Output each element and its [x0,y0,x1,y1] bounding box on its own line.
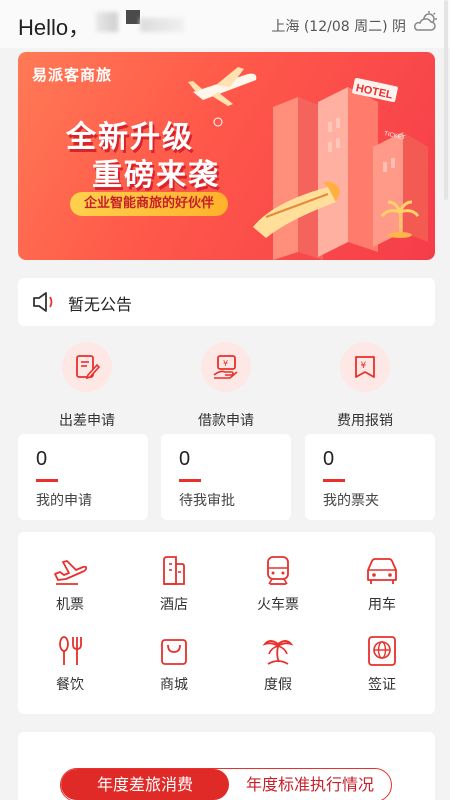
tab-annual-standard-compliance[interactable]: 年度标准执行情况 [229,769,391,800]
report-tabs: 年度差旅消费 年度标准执行情况 [60,768,392,800]
annual-report-card: 年度差旅消费 年度标准执行情况 [18,732,435,800]
redacted-username [96,12,118,32]
my-tickets-card[interactable]: 0 我的票夹 [305,434,435,520]
announcement-text: 暂无公告 [68,295,133,314]
hotel-button[interactable]: 酒店 [122,554,226,614]
my-tickets-label: 我的票夹 [323,493,379,509]
reimbursement-label: 费用报销 [337,413,393,429]
pending-approval-count: 0 [179,448,191,470]
quick-actions: 出差申请 ¥ 借款申请 ¥ 费用报销 [0,338,450,430]
svg-text:¥: ¥ [223,359,228,368]
flights-button[interactable]: 机票 [18,554,122,614]
reimburse-icon: ¥ [340,342,390,392]
banner-illustration: HOTEL TICKET [188,67,428,260]
train-icon [267,556,289,585]
visa-icon [368,636,396,666]
train-label: 火车票 [257,597,299,613]
visa-button[interactable]: 签证 [330,634,434,694]
my-applications-count: 0 [36,448,48,470]
pending-approval-card[interactable]: 0 待我审批 [161,434,291,520]
plane-icon [54,560,88,585]
flights-label: 机票 [56,597,84,613]
car-button[interactable]: 用车 [330,554,434,614]
svg-text:¥: ¥ [361,361,367,371]
edit-form-icon [62,342,112,392]
cloudy-icon [413,11,437,31]
tab-annual-travel-spend[interactable]: 年度差旅消费 [61,769,229,800]
vacation-label: 度假 [264,677,292,693]
redacted-username-block [126,10,140,24]
reimbursement-button[interactable]: ¥ 费用报销 [305,338,425,430]
vacation-icon [262,640,294,665]
visa-label: 签证 [368,677,396,693]
car-label: 用车 [368,597,396,613]
hotel-label: 酒店 [160,597,188,613]
services-grid: 机票 酒店 火车票 用车 餐饮 商城 度假 签证 [18,532,435,714]
loan-application-button[interactable]: ¥ 借款申请 [166,338,286,430]
speaker-icon [33,292,53,312]
loan-icon: ¥ [201,342,251,392]
trip-application-button[interactable]: 出差申请 [27,338,147,430]
vacation-button[interactable]: 度假 [226,634,330,694]
trip-application-label: 出差申请 [59,413,115,429]
pending-approval-label: 待我审批 [179,493,235,509]
mall-button[interactable]: 商城 [122,634,226,694]
redacted-username-tail [140,18,184,32]
dining-button[interactable]: 餐饮 [18,634,122,694]
train-button[interactable]: 火车票 [226,554,330,614]
mall-label: 商城 [160,677,188,693]
stat-underline [179,479,201,482]
my-tickets-count: 0 [323,448,335,470]
car-icon [367,558,397,584]
my-applications-card[interactable]: 0 我的申请 [18,434,148,520]
loan-application-label: 借款申请 [198,413,254,429]
top-header: Hello， 上海 (12/08 周二) 阴 [0,0,450,48]
scrollbar[interactable] [444,0,448,200]
dining-icon [59,636,82,665]
banner-logo: 易派客商旅 [32,66,113,84]
location-weather-text: 上海 (12/08 周二) 阴 [271,19,406,35]
stat-underline [36,479,58,482]
announcement-bar[interactable]: 暂无公告 [18,278,435,326]
my-applications-label: 我的申请 [36,493,92,509]
greeting-text: Hello， [18,15,91,40]
shopping-bag-icon [161,639,187,665]
plane-illustration [188,67,257,106]
promo-banner[interactable]: 易派客商旅 全新升级 重磅来袭 企业智能商旅的好伙伴 HOTEL TICKET [18,52,435,260]
hotel-icon [163,556,185,585]
dining-label: 餐饮 [56,677,84,693]
stat-underline [323,479,345,482]
stats-row: 0 我的申请 0 待我审批 0 我的票夹 [18,434,435,520]
